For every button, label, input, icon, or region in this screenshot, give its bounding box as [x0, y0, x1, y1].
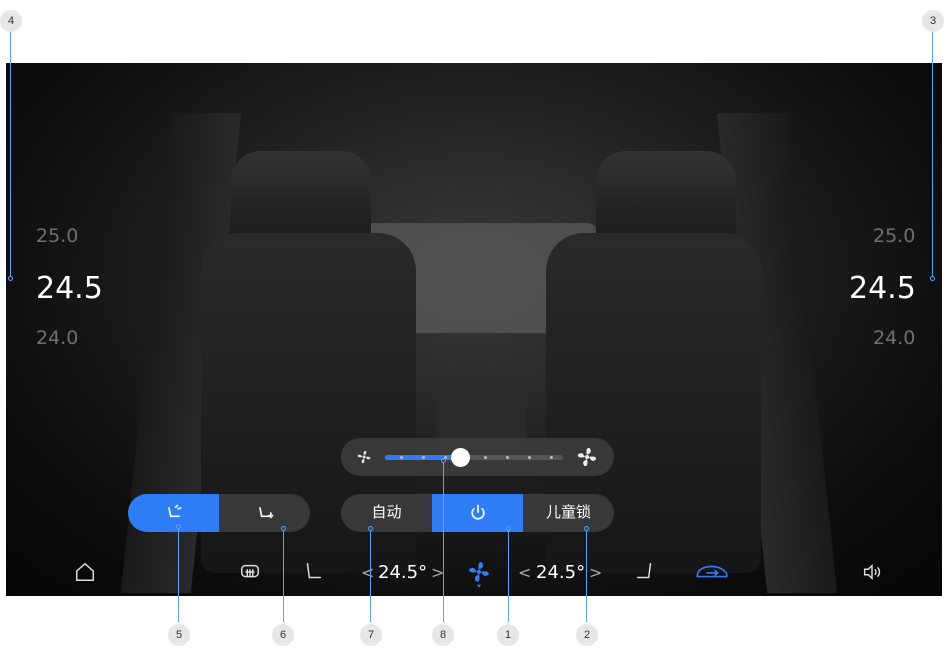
seat-airflow-lower-button[interactable] — [219, 494, 310, 532]
leader-6-dot — [281, 526, 286, 531]
callout-2: 2 — [576, 624, 598, 646]
tick — [400, 456, 403, 459]
rear-defrost-icon[interactable] — [238, 561, 262, 583]
fan-large-icon[interactable] — [575, 445, 599, 469]
child-lock-button[interactable]: 儿童锁 — [523, 494, 614, 532]
leader-1 — [508, 530, 509, 622]
leader-5 — [178, 528, 179, 622]
callout-5: 5 — [168, 624, 190, 646]
leader-7-dot — [368, 526, 373, 531]
home-icon[interactable] — [74, 561, 96, 583]
leader-4-dot — [8, 276, 13, 281]
fan-small-icon[interactable] — [355, 448, 373, 466]
tick — [484, 456, 487, 459]
center-console — [436, 383, 526, 443]
fan-speed-control[interactable] — [341, 438, 614, 476]
callout-7: 7 — [360, 624, 382, 646]
seat-airflow-upper-icon — [167, 504, 181, 518]
bottom-bar: < 24.5° > < 24.5° > — [6, 551, 942, 596]
callout-3: 3 — [922, 10, 944, 32]
power-icon — [470, 504, 485, 520]
leader-2-dot — [584, 526, 589, 531]
left-temp-value: 24.5° — [378, 562, 428, 583]
left-temp-below: 24.0 — [36, 327, 79, 349]
right-temp-above: 25.0 — [873, 225, 916, 247]
seat-airflow-lower-icon — [258, 507, 273, 519]
tick — [422, 456, 425, 459]
left-temp-decrease[interactable]: < — [361, 561, 374, 585]
fan-icon[interactable] — [466, 559, 492, 589]
leader-3 — [932, 32, 933, 276]
leader-6 — [283, 530, 284, 622]
leader-8-dot — [441, 458, 446, 463]
leader-7 — [370, 530, 371, 622]
left-temp-above: 25.0 — [36, 225, 79, 247]
seat-airflow-upper-button[interactable] — [128, 494, 219, 532]
leader-4 — [10, 32, 11, 276]
left-temp-current[interactable]: 24.5 — [36, 271, 103, 306]
callout-1: 1 — [497, 624, 519, 646]
tick — [506, 456, 509, 459]
tick — [550, 456, 553, 459]
volume-icon[interactable] — [860, 561, 884, 583]
callout-6: 6 — [272, 624, 294, 646]
right-temp-current[interactable]: 24.5 — [849, 271, 916, 306]
auto-button[interactable]: 自动 — [341, 494, 432, 532]
callout-4: 4 — [0, 10, 22, 32]
right-temp-below: 24.0 — [873, 327, 916, 349]
leader-2 — [586, 530, 587, 622]
fan-speed-track[interactable] — [385, 448, 563, 467]
climate-mode-controls: 自动 儿童锁 — [341, 494, 614, 532]
seat-right-icon[interactable] — [634, 561, 656, 583]
tick — [528, 456, 531, 459]
seat-left-icon[interactable] — [302, 561, 324, 583]
car-airflow-icon[interactable] — [692, 561, 732, 583]
callout-8: 8 — [432, 624, 454, 646]
leader-3-dot — [930, 276, 935, 281]
right-headrest — [596, 151, 736, 246]
leader-1-dot — [506, 526, 511, 531]
fan-speed-thumb[interactable] — [451, 448, 470, 467]
right-temp-increase[interactable]: > — [589, 561, 602, 585]
right-temp-decrease[interactable]: < — [518, 561, 531, 585]
right-temp-value: 24.5° — [536, 562, 586, 583]
left-headrest — [231, 151, 371, 246]
leader-5-dot — [176, 524, 181, 529]
leader-8 — [443, 462, 444, 622]
